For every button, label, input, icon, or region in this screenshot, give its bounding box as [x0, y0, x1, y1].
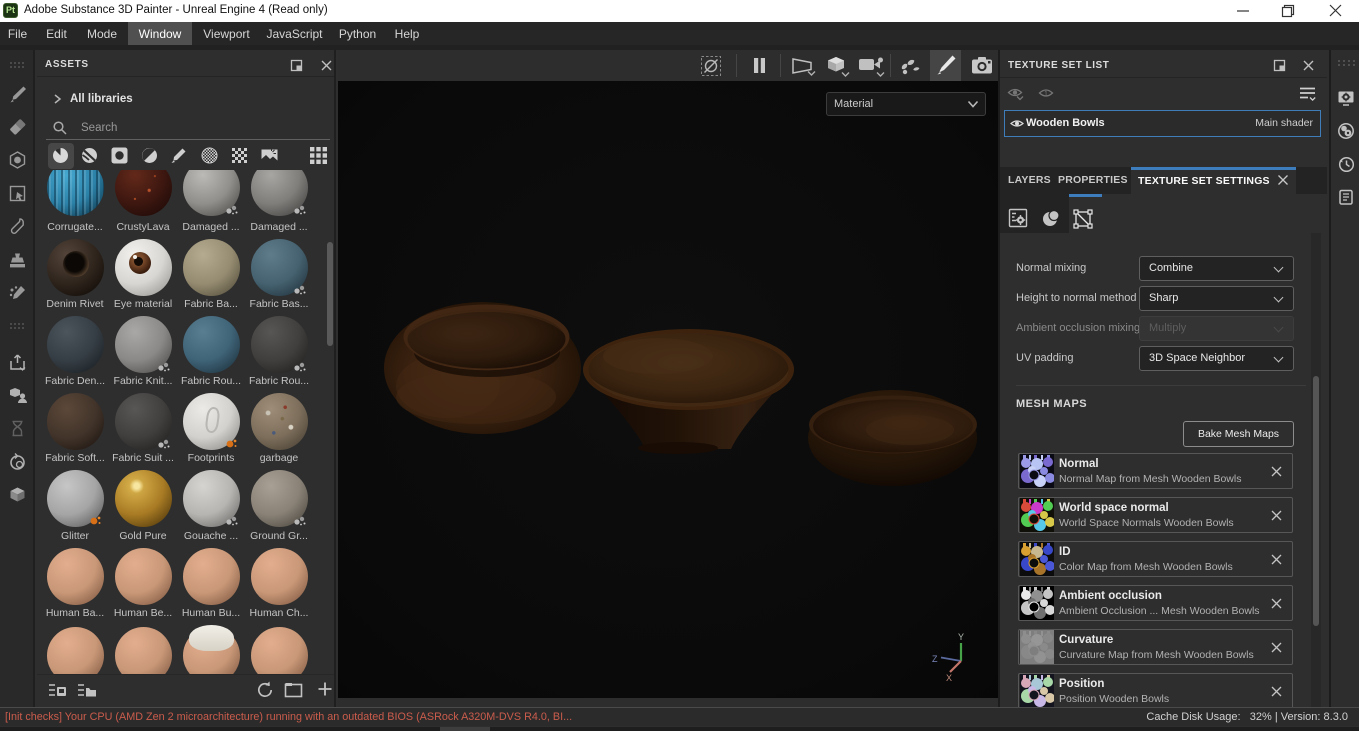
svg-text:Y: Y: [958, 632, 964, 642]
svg-text:X: X: [946, 673, 952, 683]
svg-text:1: 1: [1044, 91, 1048, 98]
svg-text:Z: Z: [932, 654, 938, 664]
